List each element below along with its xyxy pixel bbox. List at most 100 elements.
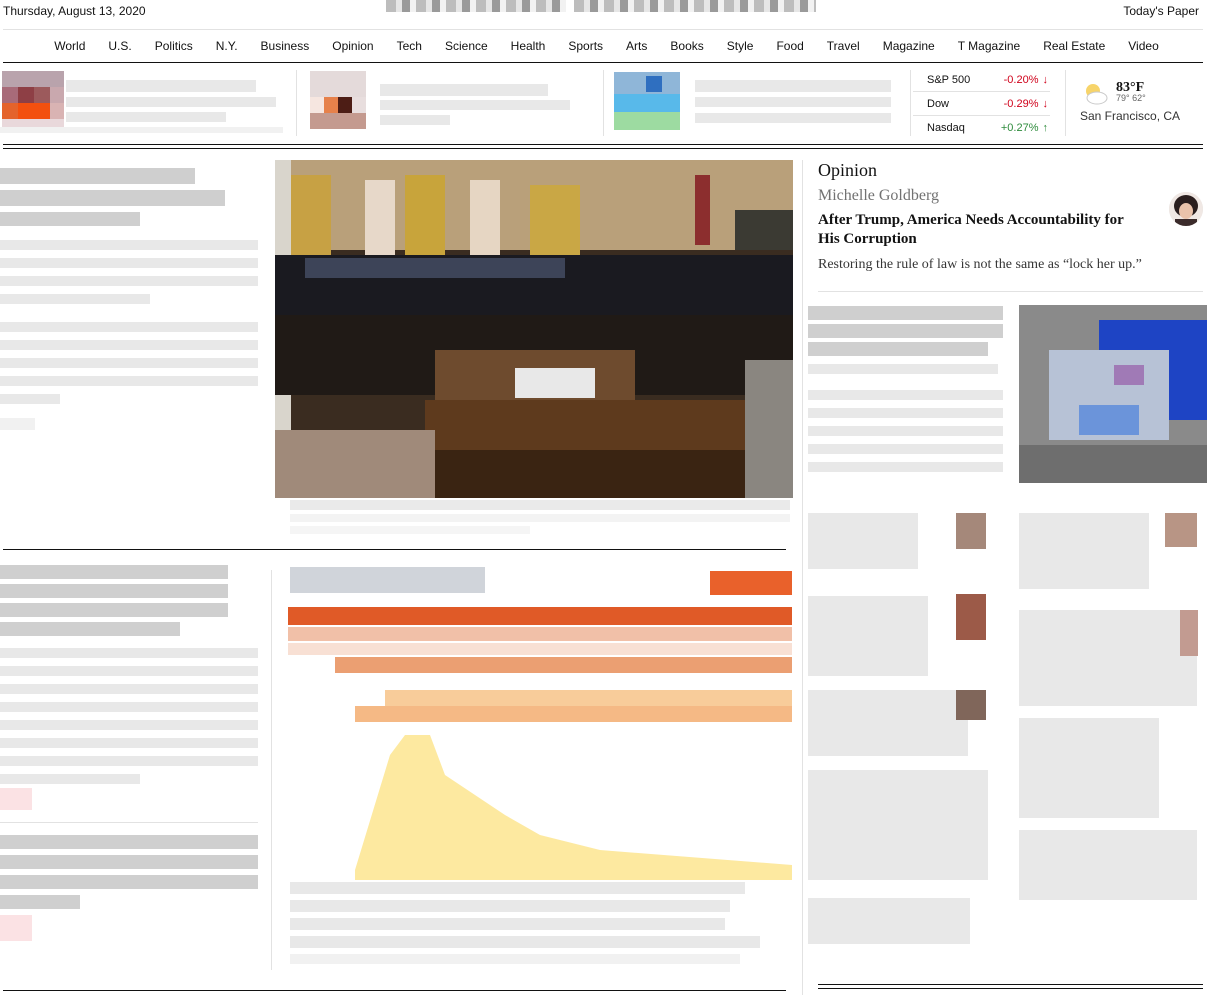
- lower-left-2-headline-3[interactable]: [0, 875, 258, 889]
- right-story-3-thumb[interactable]: [1165, 513, 1197, 547]
- nav-item-n-y[interactable]: N.Y.: [204, 39, 249, 53]
- nav-item-business[interactable]: Business: [249, 39, 321, 53]
- lead-headline-line-3[interactable]: [0, 212, 140, 226]
- right-story-5[interactable]: [1019, 610, 1197, 706]
- center-headline-2[interactable]: [290, 900, 730, 912]
- lead-summary-4: [0, 294, 150, 304]
- right-story-1-summary-3: [808, 408, 1003, 418]
- right-story-2-thumb[interactable]: [956, 513, 986, 549]
- lower-left-headline-1[interactable]: [0, 565, 228, 579]
- right-story-10[interactable]: [808, 898, 970, 944]
- nav-item-health[interactable]: Health: [499, 39, 557, 53]
- opinion-summary[interactable]: Restoring the rule of law is not the sam…: [818, 257, 1203, 273]
- nav-item-real-estate[interactable]: Real Estate: [1032, 39, 1117, 53]
- center-summary-2: [290, 936, 760, 948]
- nav-item-world[interactable]: World: [43, 39, 97, 53]
- right-story-1-summary-2: [808, 390, 1003, 400]
- right-story-2[interactable]: [808, 513, 918, 569]
- nav-item-video[interactable]: Video: [1117, 39, 1170, 53]
- nav-item-style[interactable]: Style: [715, 39, 765, 53]
- lead-summary-8: [0, 376, 258, 386]
- weather-widget[interactable]: 83°F 79° 62° San Francisco, CA: [1080, 80, 1200, 123]
- markets-widget[interactable]: S&P 500 -0.20% ↓ Dow -0.29% ↓ Nasdaq +0.27% ↑: [913, 68, 1050, 140]
- lower-left-2-headline-2[interactable]: [0, 855, 258, 869]
- right-story-8[interactable]: [808, 770, 988, 880]
- market-row[interactable]: Dow -0.29% ↓: [913, 92, 1050, 116]
- hero-photo[interactable]: [275, 160, 793, 498]
- nyt-logo-right[interactable]: [574, 0, 816, 12]
- nav-item-travel[interactable]: Travel: [815, 39, 871, 53]
- nav-item-politics[interactable]: Politics: [143, 39, 204, 53]
- opinion-author[interactable]: Michelle Goldberg: [818, 187, 1203, 205]
- nav-item-sports[interactable]: Sports: [557, 39, 615, 53]
- right-story-9[interactable]: [1019, 830, 1197, 900]
- right-story-4-thumb[interactable]: [956, 594, 986, 640]
- right-story-6[interactable]: [808, 690, 968, 756]
- right-story-5-thumb[interactable]: [1180, 610, 1198, 656]
- right-column-rule-1: [818, 984, 1203, 985]
- hero-caption-2: [290, 514, 790, 522]
- lead-headline-line-2[interactable]: [0, 190, 225, 206]
- briefing-thumb-2[interactable]: [310, 71, 366, 129]
- briefing-thumb-2-image: [310, 71, 366, 129]
- right-story-1-headline-1[interactable]: [808, 306, 1003, 320]
- lower-left-headline-3[interactable]: [0, 603, 228, 617]
- briefing-headline-1[interactable]: [66, 80, 256, 92]
- author-avatar-image: [1169, 192, 1203, 226]
- nav-item-food[interactable]: Food: [765, 39, 815, 53]
- nav-item-science[interactable]: Science: [433, 39, 499, 53]
- center-graphic[interactable]: [280, 565, 792, 885]
- briefing-thumb-1-image: [2, 71, 64, 133]
- column-divider-right: [802, 160, 803, 995]
- lower-left-2-headline-4[interactable]: [0, 895, 80, 909]
- right-story-1-image[interactable]: [1019, 305, 1207, 483]
- lead-package-rule: [3, 549, 786, 550]
- right-story-6-thumb[interactable]: [956, 690, 986, 720]
- opinion-rule: [818, 291, 1203, 292]
- market-change-value: -0.29%: [1003, 97, 1039, 110]
- right-story-3[interactable]: [1019, 513, 1149, 589]
- right-story-1-headline-2[interactable]: [808, 324, 1003, 338]
- nav-item-tech[interactable]: Tech: [385, 39, 433, 53]
- nav-item-arts[interactable]: Arts: [615, 39, 659, 53]
- right-story-1-headline-3[interactable]: [808, 342, 988, 356]
- todays-paper-link[interactable]: Today's Paper: [1123, 4, 1199, 18]
- lower-left-summary-7: [0, 756, 258, 766]
- briefing-line-3a: [695, 97, 891, 107]
- arrow-down-icon: ↓: [1042, 97, 1049, 110]
- market-name: Nasdaq: [927, 122, 965, 134]
- right-story-4[interactable]: [808, 596, 928, 676]
- briefing-headline-3[interactable]: [695, 80, 891, 92]
- briefing-headline-2[interactable]: [380, 84, 548, 96]
- right-column-rule-2: [818, 988, 1203, 989]
- briefing-thumb-1[interactable]: [2, 71, 64, 133]
- hero-photo-image: [275, 160, 793, 498]
- hero-caption-1: [290, 500, 790, 510]
- lead-headline-line-1[interactable]: [0, 168, 195, 184]
- lower-left-headline-4[interactable]: [0, 622, 180, 636]
- nav-item-books[interactable]: Books: [659, 39, 715, 53]
- bottom-package-rule: [3, 990, 786, 991]
- right-story-7[interactable]: [1019, 718, 1159, 818]
- lower-left-headline-2[interactable]: [0, 584, 228, 598]
- nyt-logo-left[interactable]: [386, 0, 566, 12]
- nav-item-t-magazine[interactable]: T Magazine: [946, 39, 1031, 53]
- nav-item-magazine[interactable]: Magazine: [871, 39, 946, 53]
- center-headline-1[interactable]: [290, 882, 745, 894]
- author-avatar[interactable]: [1169, 192, 1203, 226]
- market-row[interactable]: S&P 500 -0.20% ↓: [913, 68, 1050, 92]
- nav-item-opinion[interactable]: Opinion: [321, 39, 385, 53]
- arrow-down-icon: ↓: [1042, 73, 1049, 86]
- market-name: S&P 500: [927, 73, 971, 86]
- market-change-value: +0.27%: [1000, 122, 1039, 134]
- weather-range: 79° 62°: [1116, 93, 1146, 103]
- opinion-headline[interactable]: After Trump, America Needs Accountabilit…: [818, 211, 1148, 249]
- section-nav: World U.S. Politics N.Y. Business Opinion Tech…: [0, 30, 1213, 62]
- market-row[interactable]: Nasdaq +0.27% ↑: [913, 116, 1050, 140]
- opinion-label[interactable]: Opinion: [818, 160, 1203, 181]
- lower-left-tag-1: [0, 788, 32, 810]
- briefing-thumb-3[interactable]: [614, 72, 680, 130]
- nav-item-u-s[interactable]: U.S.: [97, 39, 143, 53]
- right-story-1-summary-6: [808, 462, 1003, 472]
- lower-left-2-headline-1[interactable]: [0, 835, 258, 849]
